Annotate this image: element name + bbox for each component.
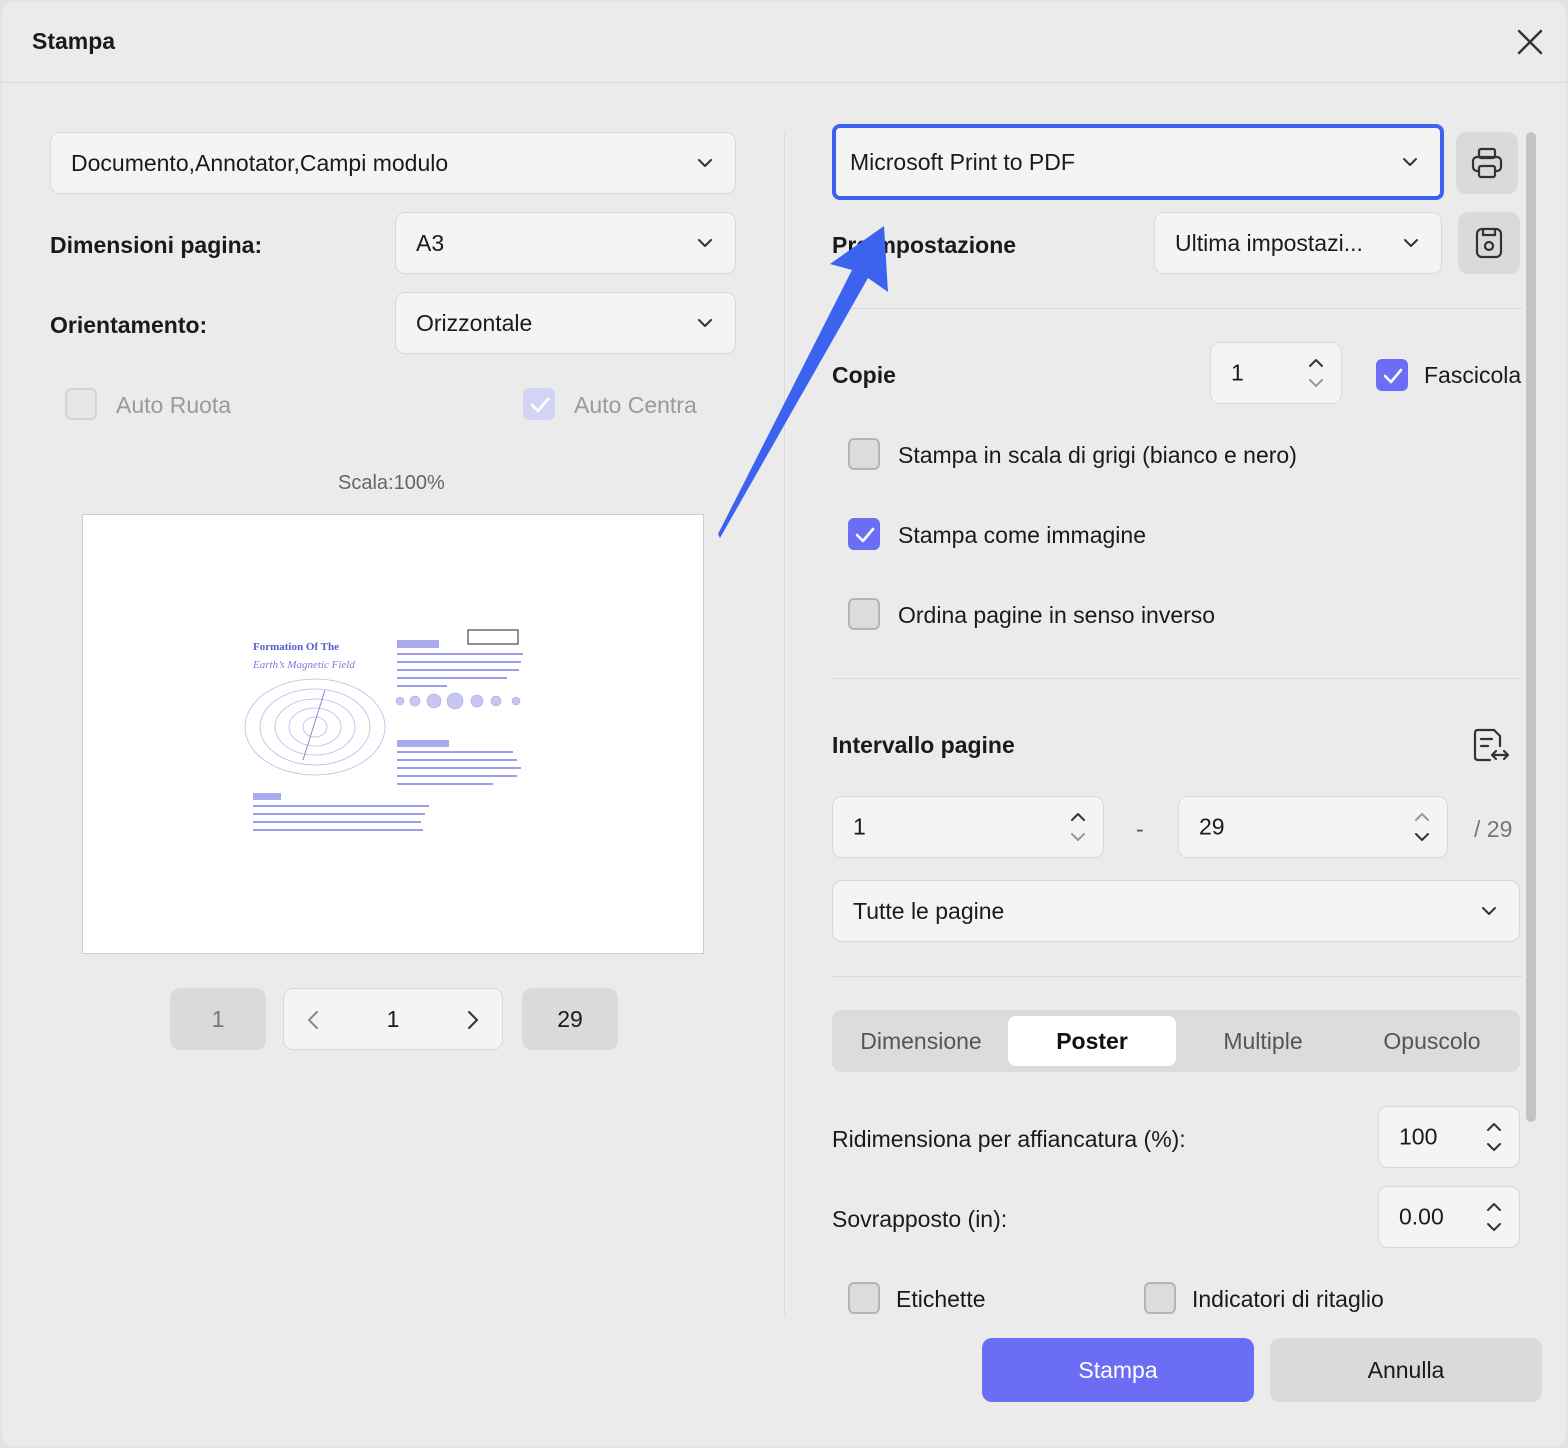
page-size-label: Dimensioni pagina: bbox=[50, 232, 263, 258]
range-mode-select[interactable]: Tutte le pagine bbox=[832, 880, 1520, 942]
overlap-value: 0.00 bbox=[1399, 1203, 1444, 1230]
first-page-button[interactable]: 1 bbox=[170, 988, 266, 1050]
print-as-image-label: Stampa come immagine bbox=[898, 522, 1146, 548]
copies-value: 1 bbox=[1231, 359, 1244, 386]
range-total: / 29 bbox=[1474, 816, 1513, 842]
close-icon[interactable] bbox=[1510, 22, 1550, 62]
save-preset-button[interactable] bbox=[1458, 212, 1520, 274]
chevron-down-icon bbox=[698, 239, 712, 247]
content-select-value: Documento,Annotator,Campi modulo bbox=[71, 149, 449, 176]
preview-page-graphics bbox=[244, 629, 523, 831]
collate-checkbox[interactable] bbox=[1376, 359, 1408, 391]
scrollbar[interactable] bbox=[1526, 132, 1536, 1122]
tab-poster[interactable]: Poster bbox=[1008, 1016, 1176, 1066]
stepper-arrows-icon[interactable] bbox=[1413, 809, 1431, 845]
chevron-down-icon bbox=[698, 319, 712, 327]
check-icon bbox=[1383, 368, 1403, 384]
section-divider bbox=[832, 678, 1522, 679]
tab-multiple[interactable]: Multiple bbox=[1180, 1016, 1346, 1066]
collate-label: Fascicola bbox=[1424, 362, 1522, 388]
tile-scale-stepper[interactable]: 100 bbox=[1378, 1106, 1520, 1168]
tab-opuscolo[interactable]: Opuscolo bbox=[1350, 1016, 1514, 1066]
range-to-stepper[interactable]: 29 bbox=[1178, 796, 1448, 858]
labels-checkbox[interactable] bbox=[848, 1282, 880, 1314]
section-divider bbox=[832, 976, 1522, 977]
column-divider bbox=[784, 132, 785, 1316]
tile-scale-label: Ridimensiona per affiancatura (%): bbox=[832, 1126, 1186, 1152]
range-dash: - bbox=[1136, 816, 1144, 842]
copies-label: Copie bbox=[832, 362, 896, 388]
crop-marks-label: Indicatori di ritaglio bbox=[1192, 1286, 1384, 1312]
reverse-order-checkbox[interactable] bbox=[848, 598, 880, 630]
chevron-right-icon[interactable] bbox=[466, 1009, 480, 1031]
save-icon bbox=[1475, 227, 1503, 259]
labels-label: Etichette bbox=[896, 1286, 986, 1312]
page-size-value: A3 bbox=[416, 229, 445, 256]
chevron-down-icon bbox=[1404, 239, 1418, 247]
check-icon bbox=[855, 527, 875, 543]
chevron-down-icon bbox=[1403, 158, 1417, 166]
auto-rotate-label: Auto Ruota bbox=[116, 392, 232, 418]
range-from-stepper[interactable]: 1 bbox=[832, 796, 1104, 858]
reverse-order-label: Ordina pagine in senso inverso bbox=[898, 602, 1216, 628]
preset-label: Preimpostazione bbox=[832, 232, 1017, 258]
title-bar: Stampa bbox=[2, 2, 1566, 83]
print-as-image-checkbox[interactable] bbox=[848, 518, 880, 550]
grayscale-checkbox[interactable] bbox=[848, 438, 880, 470]
range-from-value: 1 bbox=[853, 813, 866, 840]
stepper-arrows-icon[interactable] bbox=[1485, 1119, 1503, 1155]
dialog-title: Stampa bbox=[32, 28, 116, 54]
printer-value: Microsoft Print to PDF bbox=[850, 148, 1075, 175]
printer-icon bbox=[1471, 147, 1503, 179]
copies-stepper[interactable]: 1 bbox=[1210, 342, 1342, 404]
chevron-down-icon bbox=[698, 159, 712, 167]
print-button[interactable]: Stampa bbox=[982, 1338, 1254, 1402]
page-preview: Formation Of The Earth’s Magnetic Field bbox=[82, 514, 704, 954]
layout-tabs: Dimensione Poster Multiple Opuscolo bbox=[832, 1010, 1520, 1072]
range-to-value: 29 bbox=[1199, 813, 1225, 840]
stepper-arrows-icon[interactable] bbox=[1307, 355, 1325, 391]
tab-dimensione[interactable]: Dimensione bbox=[838, 1016, 1004, 1066]
overlap-label: Sovrapposto (in): bbox=[832, 1206, 1008, 1232]
auto-center-label: Auto Centra bbox=[574, 392, 697, 418]
chevron-down-icon bbox=[1482, 907, 1496, 915]
orientation-select[interactable]: Orizzontale bbox=[395, 292, 736, 354]
page-swap-icon[interactable] bbox=[1470, 724, 1512, 766]
grayscale-label: Stampa in scala di grigi (bianco e nero) bbox=[898, 442, 1297, 468]
cancel-button[interactable]: Annulla bbox=[1270, 1338, 1542, 1402]
tile-scale-value: 100 bbox=[1399, 1123, 1438, 1150]
printer-select[interactable]: Microsoft Print to PDF bbox=[832, 124, 1444, 200]
printer-properties-button[interactable] bbox=[1456, 132, 1518, 194]
page-navigator: 1 bbox=[283, 988, 503, 1050]
orientation-label: Orientamento: bbox=[50, 312, 208, 338]
scale-text: Scala:100% bbox=[338, 472, 445, 494]
page-size-select[interactable]: A3 bbox=[395, 212, 736, 274]
orientation-value: Orizzontale bbox=[416, 309, 533, 336]
stepper-arrows-icon[interactable] bbox=[1485, 1199, 1503, 1235]
page-range-label: Intervallo pagine bbox=[832, 732, 1015, 758]
auto-rotate-checkbox[interactable] bbox=[65, 388, 97, 420]
preset-select[interactable]: Ultima impostazi... bbox=[1154, 212, 1442, 274]
overlap-stepper[interactable]: 0.00 bbox=[1378, 1186, 1520, 1248]
stepper-arrows-icon[interactable] bbox=[1069, 809, 1087, 845]
last-page-button[interactable]: 29 bbox=[522, 988, 618, 1050]
check-icon bbox=[530, 397, 550, 413]
range-mode-value: Tutte le pagine bbox=[853, 897, 1005, 924]
print-dialog: Stampa Documento,Annotator,Campi modulo … bbox=[2, 2, 1566, 1446]
crop-marks-checkbox[interactable] bbox=[1144, 1282, 1176, 1314]
preset-value: Ultima impostazi... bbox=[1175, 229, 1363, 256]
content-select[interactable]: Documento,Annotator,Campi modulo bbox=[50, 132, 736, 194]
auto-center-checkbox[interactable] bbox=[523, 388, 555, 420]
section-divider bbox=[832, 308, 1522, 309]
